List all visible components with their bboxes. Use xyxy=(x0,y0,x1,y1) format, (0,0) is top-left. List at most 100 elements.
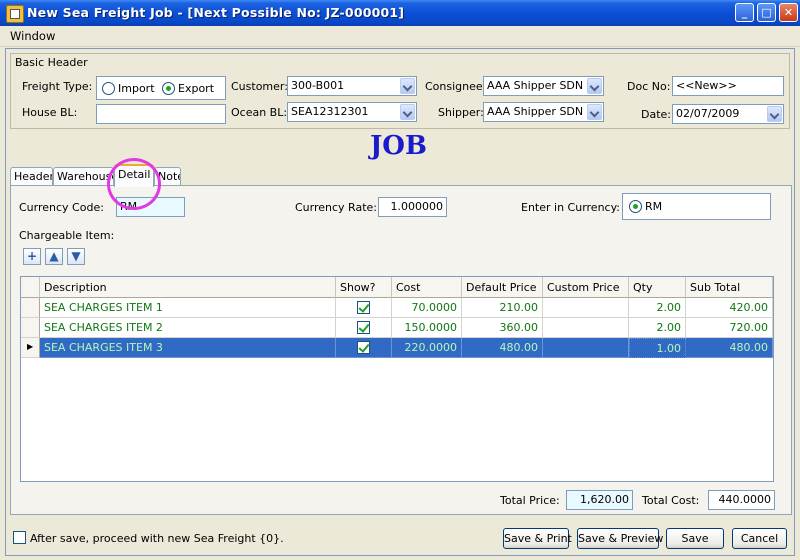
import-radio[interactable] xyxy=(102,82,115,95)
chevron-down-icon[interactable] xyxy=(767,106,782,122)
consignee-label: Consignee: xyxy=(425,80,487,93)
show-checkbox[interactable] xyxy=(357,301,370,314)
tab-note[interactable]: Note xyxy=(154,167,181,185)
show-checkbox[interactable] xyxy=(357,321,370,334)
window-title: New Sea Freight Job - [Next Possible No:… xyxy=(27,5,405,20)
save-button[interactable]: Save xyxy=(666,528,724,549)
customer-value: 300-B001 xyxy=(291,79,345,92)
table-row[interactable]: SEA CHARGES ITEM 1 70.0000 210.00 2.00 4… xyxy=(21,298,773,318)
proceed-checkbox[interactable] xyxy=(13,531,26,544)
save-preview-button[interactable]: Save & Preview xyxy=(577,528,663,549)
show-checkbox[interactable] xyxy=(357,341,370,354)
cell-qty[interactable]: 2.00 xyxy=(629,298,686,318)
tab-header[interactable]: Header xyxy=(10,167,53,185)
row-header[interactable] xyxy=(21,298,40,318)
plus-icon[interactable]: + xyxy=(23,248,41,265)
save-print-button[interactable]: Save & Print xyxy=(503,528,572,549)
consignee-value: AAA Shipper SDN BH xyxy=(487,79,603,92)
chargeable-item-label: Chargeable Item: xyxy=(19,229,115,242)
freight-type-label: Freight Type: xyxy=(22,80,93,93)
currency-rate-input[interactable]: 1.000000 xyxy=(378,197,447,217)
customer-select[interactable]: 300-B001 xyxy=(287,76,417,96)
minimize-button[interactable]: _ xyxy=(735,3,754,22)
job-heading: JOB xyxy=(370,131,427,161)
import-label: Import xyxy=(118,82,155,95)
enter-in-currency-label: Enter in Currency: xyxy=(521,201,621,214)
menu-window[interactable]: Window xyxy=(10,29,55,43)
ocean-bl-select[interactable]: SEA12312301 xyxy=(287,102,417,122)
column-header-show[interactable]: Show? xyxy=(336,277,392,298)
proceed-label: After save, proceed with new Sea Freight… xyxy=(30,532,284,545)
app-icon xyxy=(6,5,24,23)
cell-description[interactable]: SEA CHARGES ITEM 2 xyxy=(40,318,336,338)
date-value: 02/07/2009 xyxy=(676,107,740,120)
total-price-label: Total Price: xyxy=(500,494,560,507)
date-picker[interactable]: 02/07/2009 xyxy=(672,104,784,124)
table-row[interactable]: SEA CHARGES ITEM 2 150.0000 360.00 2.00 … xyxy=(21,318,773,338)
cell-qty-editing[interactable]: 1.00 xyxy=(629,338,686,358)
column-header-default-price[interactable]: Default Price xyxy=(462,277,543,298)
cell-default-price[interactable]: 480.00 xyxy=(462,338,543,358)
cell-cost[interactable]: 70.0000 xyxy=(392,298,462,318)
ocean-bl-label: Ocean BL: xyxy=(231,106,288,119)
total-cost-value: 440.0000 xyxy=(708,490,775,510)
basic-header-title: Basic Header xyxy=(15,56,88,69)
column-header-description[interactable]: Description xyxy=(40,277,336,298)
currency-rm-label: RM xyxy=(645,200,663,213)
column-header-sub-total[interactable]: Sub Total xyxy=(686,277,773,298)
chevron-down-icon[interactable] xyxy=(400,104,415,120)
currency-code-input[interactable]: RM xyxy=(116,197,185,217)
house-bl-input[interactable] xyxy=(96,104,226,124)
doc-no-label: Doc No: xyxy=(627,80,671,93)
cell-default-price[interactable]: 360.00 xyxy=(462,318,543,338)
maximize-button[interactable]: □ xyxy=(757,3,776,22)
cancel-button[interactable]: Cancel xyxy=(732,528,787,549)
ocean-bl-value: SEA12312301 xyxy=(291,105,369,118)
cell-cost[interactable]: 220.0000 xyxy=(392,338,462,358)
cell-default-price[interactable]: 210.00 xyxy=(462,298,543,318)
column-header-cost[interactable]: Cost xyxy=(392,277,462,298)
cell-custom-price[interactable] xyxy=(543,338,629,358)
move-up-icon[interactable]: ▲ xyxy=(45,248,63,265)
customer-label: Customer: xyxy=(231,80,288,93)
title-bar: New Sea Freight Job - [Next Possible No:… xyxy=(0,0,800,26)
chevron-down-icon[interactable] xyxy=(587,78,602,94)
cell-sub-total[interactable]: 720.00 xyxy=(686,318,773,338)
tab-detail[interactable]: Detail xyxy=(114,164,154,187)
cell-custom-price[interactable] xyxy=(543,298,629,318)
chevron-down-icon[interactable] xyxy=(587,104,602,120)
cell-sub-total[interactable]: 480.00 xyxy=(686,338,773,358)
column-header-custom-price[interactable]: Custom Price xyxy=(543,277,629,298)
enter-in-currency-box: RM xyxy=(622,193,771,220)
close-button[interactable]: ✕ xyxy=(779,3,798,22)
charges-grid: Description Show? Cost Default Price Cus… xyxy=(20,276,774,482)
column-header-qty[interactable]: Qty xyxy=(629,277,686,298)
tab-warehouse[interactable]: Warehouse xyxy=(53,167,114,185)
table-row-selected[interactable]: ▶ SEA CHARGES ITEM 3 220.0000 480.00 1.0… xyxy=(21,338,773,358)
shipper-select[interactable]: AAA Shipper SDN BH xyxy=(483,102,604,122)
export-radio[interactable] xyxy=(162,82,175,95)
row-header[interactable] xyxy=(21,318,40,338)
move-down-icon[interactable]: ▼ xyxy=(67,248,85,265)
total-price-value: 1,620.00 xyxy=(566,490,633,510)
cell-description[interactable]: SEA CHARGES ITEM 3 xyxy=(40,338,336,358)
cell-sub-total[interactable]: 420.00 xyxy=(686,298,773,318)
total-cost-label: Total Cost: xyxy=(642,494,700,507)
shipper-label: Shipper: xyxy=(438,106,484,119)
row-header-corner xyxy=(21,277,40,298)
cell-show xyxy=(336,338,392,358)
cell-description[interactable]: SEA CHARGES ITEM 1 xyxy=(40,298,336,318)
date-label: Date: xyxy=(641,108,671,121)
consignee-select[interactable]: AAA Shipper SDN BH xyxy=(483,76,604,96)
shipper-value: AAA Shipper SDN BH xyxy=(487,105,603,118)
doc-no-input[interactable]: <<New>> xyxy=(672,76,784,96)
cell-custom-price[interactable] xyxy=(543,318,629,338)
currency-code-label: Currency Code: xyxy=(19,201,104,214)
cell-cost[interactable]: 150.0000 xyxy=(392,318,462,338)
menu-bar: Window xyxy=(0,26,800,47)
export-label: Export xyxy=(178,82,215,95)
chevron-down-icon[interactable] xyxy=(400,78,415,94)
currency-rm-radio[interactable] xyxy=(629,200,642,213)
row-header[interactable]: ▶ xyxy=(21,338,40,358)
cell-qty[interactable]: 2.00 xyxy=(629,318,686,338)
